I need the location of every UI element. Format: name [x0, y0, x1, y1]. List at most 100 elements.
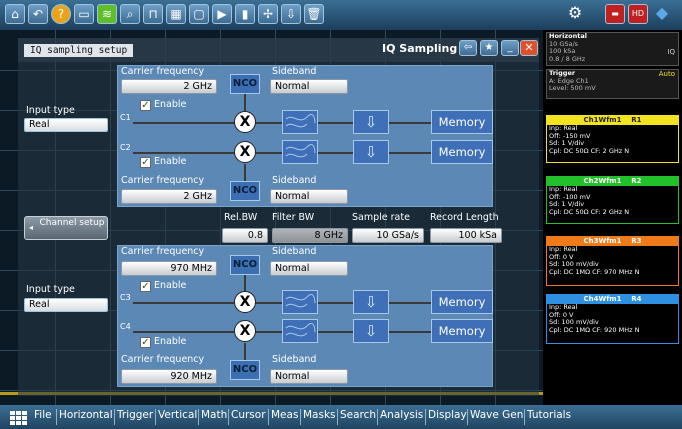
flag-icon[interactable]: ▬ — [605, 4, 625, 24]
rel-bw-label: Rel.BW — [224, 212, 258, 223]
tab-iq-sampling-setup[interactable]: IQ sampling setup — [24, 44, 134, 57]
carrier-frequency-label: Carrier frequency — [121, 66, 205, 77]
mixer-2-icon: X — [234, 141, 256, 163]
nco-1-block[interactable]: NCO — [230, 74, 260, 94]
menu-masks[interactable]: Masks — [303, 409, 336, 421]
memory-4-block[interactable]: Memory — [431, 319, 493, 343]
histogram-icon[interactable]: ▦ — [166, 4, 186, 24]
carrier-frequency-label: Carrier frequency — [121, 354, 205, 365]
carrier-frequency-2-input[interactable]: 2 GHz — [121, 189, 217, 204]
connect-icon[interactable]: ◆ — [652, 4, 672, 24]
decimator-4-block[interactable]: ⇩ — [353, 319, 389, 343]
zoom-icon[interactable]: ⌕ — [120, 4, 140, 24]
enable-4-checkbox[interactable]: ✓ — [140, 337, 151, 348]
menu-meas[interactable]: Meas — [271, 409, 298, 421]
help-icon[interactable]: ? — [51, 4, 71, 24]
input-type-upper-select[interactable]: Real — [24, 118, 108, 132]
autoset-icon[interactable]: ≋ — [97, 4, 117, 24]
play-icon[interactable]: ▶ — [212, 4, 232, 24]
menu-tutorials[interactable]: Tutorials — [527, 409, 571, 421]
cursor-icon[interactable]: ✢ — [258, 4, 278, 24]
menu-wave-gen[interactable]: Wave Gen — [470, 409, 523, 421]
dialog-title: IQ Sampling — [382, 42, 458, 55]
minimize-icon[interactable]: _ — [501, 40, 519, 56]
left-arrow-icon: ◂ — [29, 223, 34, 232]
channel-setup-button[interactable]: ◂ Channel setup — [24, 216, 108, 240]
sample-rate-input[interactable]: 10 GSa/s — [352, 228, 424, 243]
ch4-waveform-card[interactable]: Ch4Wfm1 R4 Inp: Real Off: 0 V Sd: 100 mV… — [546, 294, 679, 344]
filter-2-block[interactable] — [282, 140, 318, 164]
sideband-1-select[interactable]: Normal — [270, 79, 348, 94]
hd-icon[interactable]: HD — [628, 4, 648, 24]
decimator-1-block[interactable]: ⇩ — [353, 110, 389, 134]
nco-3-block[interactable]: NCO — [230, 255, 260, 275]
ch2-waveform-card[interactable]: Ch2Wfm1 R2 Inp: Real Off: -100 mV Sd: 1 … — [546, 176, 679, 224]
ch1-waveform-card[interactable]: Ch1Wfm1 R1 Inp: Real Off: -150 mV Sd: 1 … — [546, 115, 679, 163]
enable-label: Enable — [154, 280, 187, 291]
enable-label: Enable — [154, 156, 187, 167]
mixer-1-icon: X — [234, 111, 256, 133]
memory-1-block[interactable]: Memory — [431, 110, 493, 134]
menu-analysis[interactable]: Analysis — [380, 409, 423, 421]
nco-4-block[interactable]: NCO — [230, 360, 260, 380]
sideband-4-select[interactable]: Normal — [270, 369, 348, 384]
channel-label-c3: C3 — [120, 293, 131, 302]
carrier-frequency-1-input[interactable]: 2 GHz — [121, 79, 217, 94]
record-length-label: Record Length — [430, 212, 499, 223]
menu-vertical[interactable]: Vertical — [158, 409, 197, 421]
filter-bw-input[interactable]: 8 GHz — [272, 228, 348, 243]
enable-label: Enable — [154, 99, 187, 110]
screen-icon[interactable]: ▭ — [74, 4, 94, 24]
sideband-label: Sideband — [272, 66, 317, 77]
input-type-label: Input type — [26, 105, 75, 116]
memory-3-block[interactable]: Memory — [431, 290, 493, 314]
menu-horizontal[interactable]: Horizontal — [59, 409, 113, 421]
menu-search[interactable]: Search — [340, 409, 376, 421]
carrier-frequency-3-input[interactable]: 970 MHz — [121, 261, 217, 276]
signal-bar: Horizontal 10 GSa/s 100 kSa 0.8 / 8 GHz … — [543, 30, 682, 405]
menu-display[interactable]: Display — [428, 409, 467, 421]
mixer-3-icon: X — [234, 291, 256, 313]
sideband-label: Sideband — [272, 246, 317, 257]
settings-icon[interactable]: ⚙ — [565, 4, 585, 24]
measure-icon[interactable]: ⊓ — [143, 4, 163, 24]
record-icon[interactable]: ▮ — [235, 4, 255, 24]
nco-2-block[interactable]: NCO — [230, 181, 260, 201]
menu-file[interactable]: File — [34, 409, 52, 421]
record-length-input[interactable]: 100 kSa — [430, 228, 502, 243]
menu-trigger[interactable]: Trigger — [117, 409, 153, 421]
mask-icon[interactable]: ▢ — [189, 4, 209, 24]
enable-label: Enable — [154, 336, 187, 347]
trigger-card[interactable]: Trigger Auto A: Edge Ch1 Level: 500 mV — [546, 69, 679, 99]
memory-2-block[interactable]: Memory — [431, 140, 493, 164]
ch3-waveform-card[interactable]: Ch3Wfm1 R3 Inp: Real Off: 0 V Sd: 100 mV… — [546, 236, 679, 286]
menu-math[interactable]: Math — [201, 409, 227, 421]
sideband-3-select[interactable]: Normal — [270, 261, 348, 276]
home-icon[interactable]: ⌂ — [5, 4, 25, 24]
enable-3-checkbox[interactable]: ✓ — [140, 281, 151, 292]
horizontal-card[interactable]: Horizontal 10 GSa/s 100 kSa 0.8 / 8 GHz … — [546, 32, 679, 66]
sideband-2-select[interactable]: Normal — [270, 189, 348, 204]
decimator-2-block[interactable]: ⇩ — [353, 140, 389, 164]
rel-bw-input[interactable]: 0.8 — [222, 228, 268, 243]
delete-icon[interactable]: 🗑 — [304, 4, 324, 24]
filter-1-block[interactable] — [282, 110, 318, 134]
carrier-frequency-4-input[interactable]: 920 MHz — [121, 369, 217, 384]
channel-setup-label: Channel setup — [39, 218, 105, 228]
filter-4-block[interactable] — [282, 319, 318, 343]
channel-label-c2: C2 — [120, 143, 131, 152]
bookmark-icon[interactable]: ★ — [480, 40, 498, 56]
decimator-3-block[interactable]: ⇩ — [353, 290, 389, 314]
bottom-menu-bar: File Horizontal Trigger Vertical Math Cu… — [0, 405, 682, 429]
undo-icon[interactable]: ↶ — [28, 4, 48, 24]
filter-3-block[interactable] — [282, 290, 318, 314]
input-type-lower-select[interactable]: Real — [24, 298, 108, 312]
menu-cursor[interactable]: Cursor — [231, 409, 266, 421]
enable-1-checkbox[interactable]: ✓ — [140, 100, 151, 111]
save-icon[interactable]: ⇩ — [281, 4, 301, 24]
back-icon[interactable]: ⇦ — [459, 40, 477, 56]
enable-2-checkbox[interactable]: ✓ — [140, 157, 151, 168]
sideband-label: Sideband — [272, 175, 317, 186]
close-icon[interactable]: ✕ — [520, 40, 538, 56]
apps-grid-icon[interactable] — [10, 410, 28, 425]
